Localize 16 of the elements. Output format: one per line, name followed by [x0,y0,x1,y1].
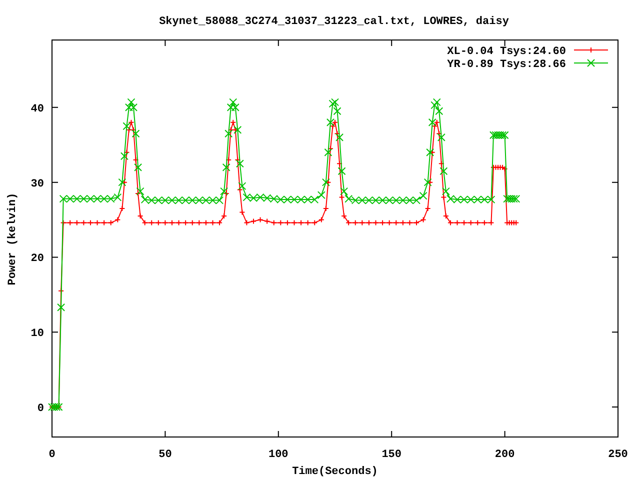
x-tick-label: 150 [382,449,402,461]
x-axis-label: Time(Seconds) [292,466,378,478]
y-tick-label: 30 [30,178,44,190]
x-tick-label: 250 [608,449,628,461]
x-tick-label: 200 [494,449,515,461]
y-tick-label: 0 [37,403,44,416]
x-tick-label: 0 [48,449,56,461]
legend-label: YR-0.89 Tsys:28.66 [447,59,566,71]
y-tick-label: 20 [30,253,44,266]
y-tick-label: 40 [30,103,44,116]
legend-label: XL-0.04 Tsys:24.60 [447,46,566,58]
x-tick-label: 50 [158,449,172,461]
chart-title: Skynet_58088_3C274_31037_31223_cal.txt, LOWRES, daisy [159,16,509,28]
x-tick-label: 100 [268,449,288,461]
y-tick-label: 10 [30,328,44,340]
y-axis-label: Power (kelvin) [7,192,19,286]
